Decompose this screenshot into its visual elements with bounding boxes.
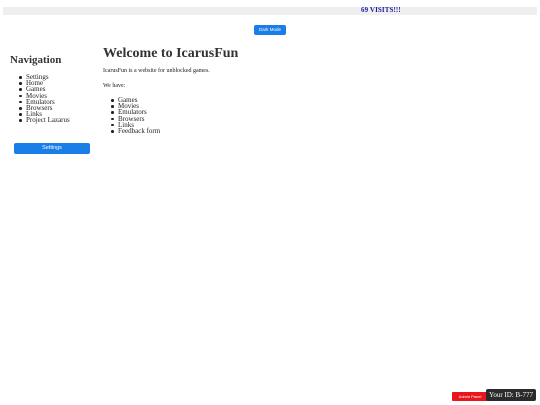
main-content: Welcome to IcarusFun IcarusFun is a webs… — [103, 46, 523, 135]
admin-panel-button[interactable]: Admin Panel — [452, 392, 488, 401]
user-id-badge: Your ID: B-777 — [486, 389, 536, 401]
navigation-title: Navigation — [10, 54, 62, 66]
navigation-list: Settings Home Games Movies Emulators Bro… — [18, 73, 70, 124]
we-have-text: We have: — [103, 83, 126, 89]
settings-button[interactable]: Settings — [14, 143, 90, 154]
dark-mode-button[interactable]: Dark Mode — [254, 25, 286, 35]
visits-counter: 69 VISITS!!! — [361, 6, 401, 14]
visits-banner — [3, 7, 537, 15]
list-item: Feedback form — [110, 127, 160, 135]
features-list: Games Movies Emulators Browsers Links Fe… — [110, 96, 160, 135]
nav-link-project-lazarus[interactable]: Project Lazarus — [18, 117, 70, 124]
navigation-sidebar: Navigation Settings Home Games Movies Em… — [10, 54, 100, 154]
page-title: Welcome to IcarusFun — [103, 46, 239, 61]
intro-text: IcarusFun is a website for unblocked gam… — [103, 68, 210, 74]
